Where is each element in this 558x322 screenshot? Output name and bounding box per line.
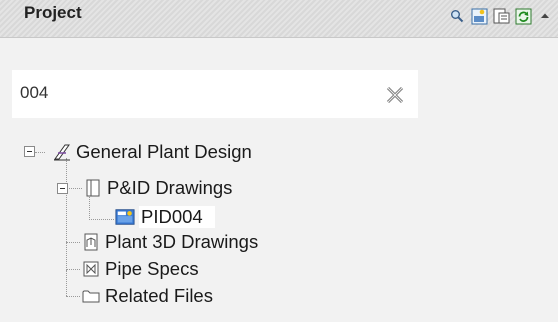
tree-connector [89,219,114,220]
project-manager-icon[interactable] [492,7,510,25]
header-toolbar [448,6,554,26]
close-x-icon[interactable] [385,85,405,105]
tree-node-pid-drawings[interactable]: P&ID Drawings [83,175,232,201]
search-icon[interactable] [448,7,466,25]
collapse-toggle-root[interactable] [24,146,35,157]
project-tree: General Plant Design P&ID Drawings PID00… [0,132,558,322]
tree-node-label: General Plant Design [76,141,252,162]
tree-node-pid004[interactable]: PID004 [115,204,215,230]
search-box [12,70,418,118]
panel-header: Project [0,0,558,38]
pipe-spec-icon [81,259,101,279]
drawing-file-icon [115,207,135,227]
panel-title: Project [24,3,82,22]
tree-node-label: Plant 3D Drawings [105,231,259,252]
refresh-icon[interactable] [514,7,532,25]
folder-icon [81,286,101,306]
tree-node-related-files[interactable]: Related Files [81,283,213,309]
tree-connector [66,158,67,274]
new-drawing-icon[interactable] [470,7,488,25]
tree-connector [66,188,82,189]
tree-node-plant3d-drawings[interactable]: Plant 3D Drawings [81,229,258,255]
tree-connector [66,296,80,297]
tree-connector [66,270,67,296]
search-input[interactable] [20,80,360,106]
tree-node-label: PID004 [139,206,215,228]
tree-node-label: Pipe Specs [105,258,199,279]
tree-connector [35,152,45,153]
project-icon [52,142,72,162]
tree-node-label: P&ID Drawings [107,177,233,198]
plant3d-icon [81,232,101,252]
tree-node-label: Related Files [105,285,213,306]
tree-connector [66,269,80,270]
tree-node-general-plant-design[interactable]: General Plant Design [52,139,252,165]
project-manager-panel: Project 004 General Plant Design P&ID Dr… [0,0,558,322]
collapse-arrow-icon[interactable] [536,7,554,25]
tree-connector [66,242,80,243]
folder-page-icon [83,178,103,198]
tree-node-pipe-specs[interactable]: Pipe Specs [81,256,199,282]
collapse-toggle-pid[interactable] [57,183,68,194]
